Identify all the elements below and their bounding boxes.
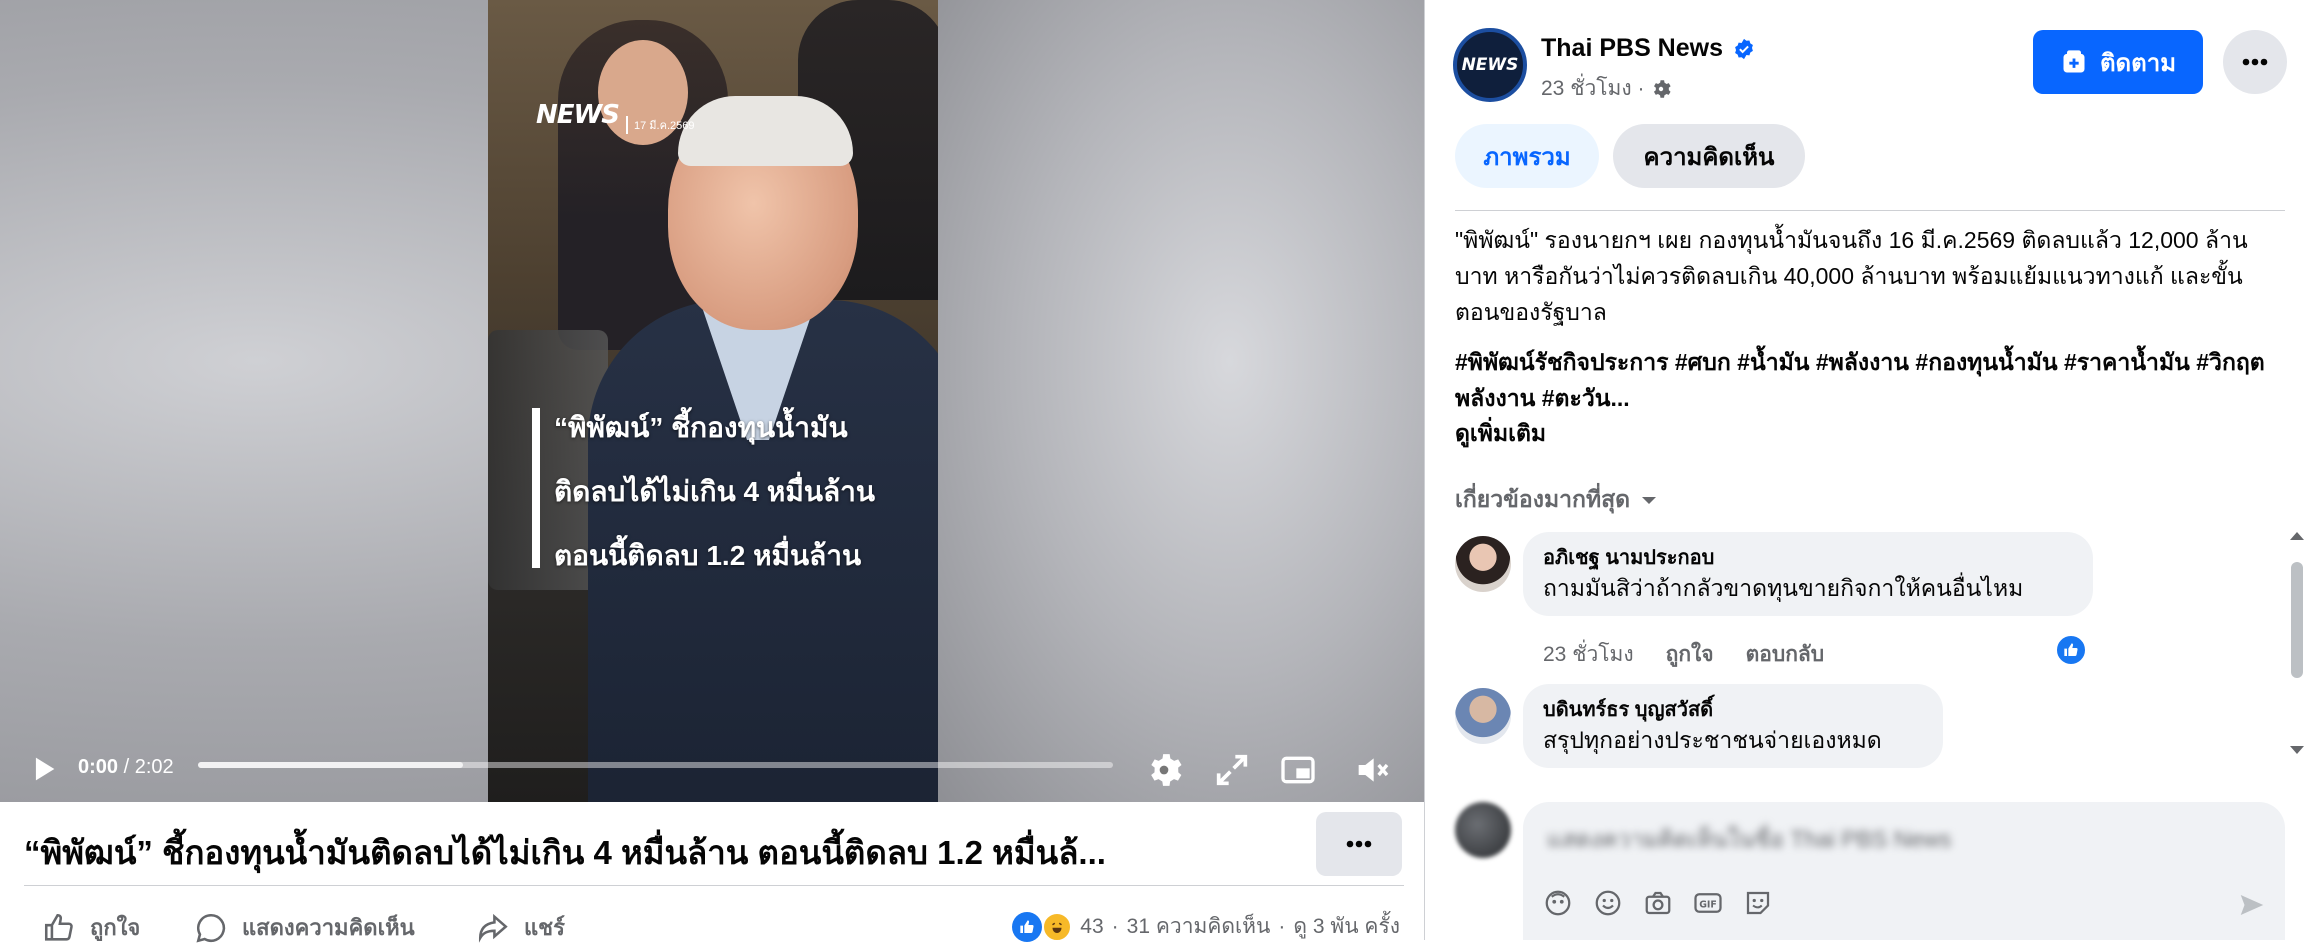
follow-label: ติดตาม xyxy=(2099,49,2177,77)
composer-avatar xyxy=(1455,802,1511,858)
like-reaction-icon xyxy=(1012,911,1043,942)
view-count: ดู 3 พัน ครั้ง xyxy=(1293,915,1400,938)
play-icon[interactable] xyxy=(26,752,60,786)
comment-meta: 23 ชั่วโมง ถูกใจ ตอบกลับ xyxy=(1543,638,1824,671)
pip-icon[interactable] xyxy=(1278,750,1318,790)
video-controls: 0:00 / 2:02 xyxy=(0,740,1424,802)
comment-text: สรุปทุกอย่างประชาชนจ่ายเองหมด xyxy=(1543,727,1882,753)
scroll-thumb[interactable] xyxy=(2291,562,2303,678)
comment-author[interactable]: บดินทร์ธร บุญสวัสดิ์ xyxy=(1543,696,1923,724)
like-icon xyxy=(44,913,73,941)
video-news-logo: NEWS xyxy=(536,100,620,130)
post-time-text[interactable]: 23 ชั่วโมง · xyxy=(1541,72,1644,105)
comment-like-badge[interactable] xyxy=(2055,634,2087,666)
scroll-down-icon[interactable] xyxy=(2287,742,2307,758)
camera-icon[interactable] xyxy=(1643,888,1673,918)
avatar[interactable] xyxy=(1455,688,1511,744)
video-title-row: “พิพัฒน์” ชี้กองทุนน้ำมันติดลบได้ไม่เกิน… xyxy=(24,812,1404,882)
comment-bubble: อภิเชฐ นามประกอบ ถามมันสิว่าถ้ากลัวขาดทุ… xyxy=(1523,532,2093,616)
comment-icon xyxy=(196,913,226,943)
composer-tools: GIF xyxy=(1543,888,1773,918)
send-icon[interactable] xyxy=(2237,890,2267,920)
video-frame: NEWS 17 มี.ค.2569 “พิพัฒน์” ชี้กองทุนน้ำ… xyxy=(488,0,938,802)
divider xyxy=(24,885,1404,886)
video-blur-background xyxy=(938,0,1424,802)
comment-author[interactable]: อภิเชฐ นามประกอบ xyxy=(1543,544,2073,572)
page-avatar[interactable]: NEWS xyxy=(1453,28,1527,102)
comment-count[interactable]: 31 ความคิดเห็น xyxy=(1127,910,1271,943)
comments-scrollbar[interactable] xyxy=(2287,528,2307,768)
scroll-up-icon[interactable] xyxy=(2287,528,2307,544)
emoji-icon[interactable] xyxy=(1593,888,1623,918)
like-icon xyxy=(2064,643,2078,656)
comment-bubble: บดินทร์ธร บุญสวัสดิ์ สรุปทุกอย่างประชาชน… xyxy=(1523,684,1943,768)
composer-placeholder: แสดงความคิดเห็นในชื่อ Thai PBS News xyxy=(1547,826,1952,852)
follow-button[interactable]: ติดตาม xyxy=(2033,30,2203,94)
post-stats: 43 · 31 ความคิดเห็น · ดู 3 พัน ครั้ง xyxy=(1012,910,1400,943)
more-options-button[interactable] xyxy=(1316,812,1402,876)
fullscreen-icon[interactable] xyxy=(1212,750,1252,790)
video-overlay-date: 17 มี.ค.2569 xyxy=(626,116,694,134)
current-time: 0:00 xyxy=(78,756,119,778)
avatar-sticker-icon[interactable] xyxy=(1543,888,1573,918)
separator: · xyxy=(1278,914,1286,938)
comment-text: ถามมันสิว่าถ้ากลัวขาดทุนขายกิจกาให้คนอื่… xyxy=(1543,575,2024,601)
chevron-down-icon xyxy=(1642,497,1657,504)
comment-like-button[interactable]: ถูกใจ xyxy=(1666,638,1714,671)
comment-time[interactable]: 23 ชั่วโมง xyxy=(1543,638,1634,671)
page-name[interactable]: Thai PBS News xyxy=(1541,34,1755,63)
post-hashtags[interactable]: #พิพัฒน์รัชกิจประการ #ศบก #น้ำมัน #พลังง… xyxy=(1455,344,2287,416)
post-menu-button[interactable] xyxy=(2223,30,2287,94)
post-text: "พิพัฒน์" รองนายกฯ เผย กองทุนน้ำมันจนถึง… xyxy=(1455,227,2248,325)
gif-icon[interactable]: GIF xyxy=(1693,888,1723,918)
post-panel: NEWS Thai PBS News 23 ชั่วโมง · ติดตาม ภ… xyxy=(1424,0,2316,940)
separator: · xyxy=(1111,914,1119,938)
sort-label: เกี่ยวข้องมากที่สุด xyxy=(1455,486,1631,512)
gear-icon xyxy=(1654,79,1672,98)
caption-line: “พิพัฒน์” ชี้กองทุนน้ำมัน xyxy=(554,412,848,443)
video-progress-bar[interactable] xyxy=(198,762,1113,768)
speaker-hair xyxy=(678,96,853,166)
share-icon xyxy=(478,913,508,943)
post-actions: ถูกใจ แสดงความคิดเห็น แชร์ 43 · 31 ความค… xyxy=(24,904,1404,943)
follow-icon xyxy=(2063,50,2085,73)
caption-line: ติดลบได้ไม่เกิน 4 หมื่นล้าน xyxy=(554,476,875,507)
post-time: 23 ชั่วโมง · xyxy=(1541,72,1672,105)
page-avatar-logo: NEWS xyxy=(1461,55,1519,75)
tab-overview[interactable]: ภาพรวม xyxy=(1455,124,1599,188)
divider xyxy=(1455,210,2285,211)
avatar[interactable] xyxy=(1455,536,1511,592)
video-pane: NEWS 17 มี.ค.2569 “พิพัฒน์” ชี้กองทุนน้ำ… xyxy=(0,0,1424,943)
reaction-count[interactable]: 43 xyxy=(1080,915,1103,939)
comment-composer[interactable]: แสดงความคิดเห็นในชื่อ Thai PBS News GIF xyxy=(1523,802,2285,940)
buffer-fill xyxy=(198,762,464,768)
caption-accent-bar xyxy=(532,408,540,568)
total-time: / 2:02 xyxy=(123,756,174,778)
svg-text:GIF: GIF xyxy=(1699,899,1717,910)
more-icon xyxy=(1346,840,1372,848)
tab-comments[interactable]: ความคิดเห็น xyxy=(1613,124,1805,188)
comment-reply-button[interactable]: ตอบกลับ xyxy=(1746,638,1825,671)
see-more-link[interactable]: ดูเพิ่มเติม xyxy=(1455,416,1546,452)
page-name-text: Thai PBS News xyxy=(1541,34,1723,62)
mute-icon[interactable] xyxy=(1352,750,1392,790)
video-player[interactable]: NEWS 17 มี.ค.2569 “พิพัฒน์” ชี้กองทุนน้ำ… xyxy=(0,0,1424,802)
comment-list: อภิเชฐ นามประกอบ ถามมันสิว่าถ้ากลัวขาดทุ… xyxy=(1425,520,2316,770)
haha-reaction-icon xyxy=(1042,911,1073,942)
comment-sort-dropdown[interactable]: เกี่ยวข้องมากที่สุด xyxy=(1455,482,1658,518)
verified-icon xyxy=(1735,38,1753,59)
settings-icon[interactable] xyxy=(1144,750,1184,790)
sticker-icon[interactable] xyxy=(1743,888,1773,918)
video-title: “พิพัฒน์” ชี้กองทุนน้ำมันติดลบได้ไม่เกิน… xyxy=(24,834,1106,871)
caption-line: ตอนนี้ติดลบ 1.2 หมื่นล้าน xyxy=(554,540,862,571)
video-time: 0:00 / 2:02 xyxy=(78,756,174,779)
more-icon xyxy=(2242,58,2268,66)
video-caption: “พิพัฒน์” ชี้กองทุนน้ำมัน ติดลบได้ไม่เกิ… xyxy=(554,396,875,588)
